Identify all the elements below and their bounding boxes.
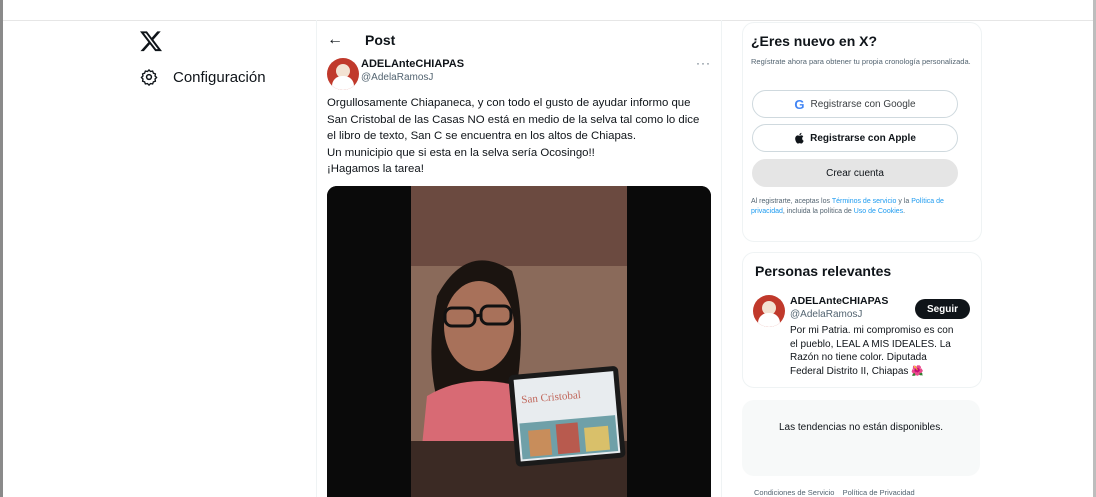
more-options-icon[interactable]: ··· bbox=[696, 56, 711, 70]
relevant-title: Personas relevantes bbox=[755, 263, 892, 279]
signup-google-label: Registrarse con Google bbox=[810, 98, 916, 110]
x-logo-icon[interactable] bbox=[140, 30, 162, 52]
signup-subtitle: Regístrate ahora para obtener tu propia … bbox=[751, 57, 971, 66]
tweet-line: Orgullosamente Chiapaneca, y con todo el… bbox=[327, 97, 691, 109]
cookies-link[interactable]: Uso de Cookies bbox=[854, 208, 903, 215]
author-handle[interactable]: @AdelaRamosJ bbox=[361, 72, 433, 83]
relevant-people-card: Personas relevantes ADELAnteCHIAPAS @Ade… bbox=[742, 252, 982, 388]
nav-item-configuracion[interactable]: Configuración bbox=[140, 66, 266, 88]
create-account-button[interactable]: Crear cuenta bbox=[752, 159, 958, 187]
gear-icon bbox=[140, 69, 158, 86]
avatar[interactable] bbox=[327, 58, 359, 90]
page-title: Post bbox=[365, 32, 396, 48]
terms-link[interactable]: Términos de servicio bbox=[832, 198, 897, 205]
google-icon: G bbox=[794, 96, 805, 112]
nav-item-label: Configuración bbox=[173, 68, 266, 86]
tweet-line: ¡Hagamos la tarea! bbox=[327, 163, 424, 175]
video-frame: San Cristobal bbox=[327, 186, 711, 497]
tweet-line: el libro de texto, San C se encuentra en… bbox=[327, 130, 636, 142]
signup-google-button[interactable]: G Registrarse con Google bbox=[752, 90, 958, 118]
footer-link-privacy[interactable]: Política de Privacidad bbox=[843, 488, 915, 497]
window-left-edge bbox=[0, 0, 3, 497]
follow-button[interactable]: Seguir bbox=[915, 299, 970, 319]
tweet-line: San Cristobal de las Casas NO está en me… bbox=[327, 113, 700, 126]
post-video[interactable]: San Cristobal bbox=[327, 186, 711, 497]
tweet-text: Orgullosamente Chiapaneca, y con todo el… bbox=[327, 95, 721, 178]
signup-card: ¿Eres nuevo en X? Regístrate ahora para … bbox=[742, 22, 982, 242]
create-account-label: Crear cuenta bbox=[826, 167, 884, 179]
trends-message: Las tendencias no están disponibles. bbox=[778, 422, 943, 433]
footer-links: Condiciones de Servicio Política de Priv… bbox=[754, 488, 921, 497]
signup-apple-label: Registrarse con Apple bbox=[810, 132, 916, 144]
browser-top-bar bbox=[0, 0, 1096, 21]
relevant-name[interactable]: ADELAnteCHIAPAS bbox=[790, 295, 888, 307]
relevant-handle[interactable]: @AdelaRamosJ bbox=[790, 309, 862, 320]
post-column: ← Post ADELAnteCHIAPAS @AdelaRamosJ ··· … bbox=[316, 20, 722, 497]
footer-link-terms[interactable]: Condiciones de Servicio bbox=[754, 488, 834, 497]
signup-apple-button[interactable]: Registrarse con Apple bbox=[752, 124, 958, 152]
back-arrow-icon[interactable]: ← bbox=[327, 31, 347, 49]
trends-card: Las tendencias no están disponibles. bbox=[742, 400, 980, 476]
relevant-bio: Por mi Patria. mi compromiso es con el p… bbox=[790, 325, 954, 377]
signup-title: ¿Eres nuevo en X? bbox=[751, 33, 878, 49]
author-name[interactable]: ADELAnteCHIAPAS bbox=[361, 58, 464, 70]
legal-text: Al registrarte, aceptas los Términos de … bbox=[751, 198, 944, 215]
post-header: ← Post bbox=[327, 30, 395, 50]
tweet-line: Un municipio que si esta en la selva ser… bbox=[327, 146, 595, 159]
avatar[interactable] bbox=[753, 295, 785, 327]
apple-icon bbox=[795, 132, 804, 144]
